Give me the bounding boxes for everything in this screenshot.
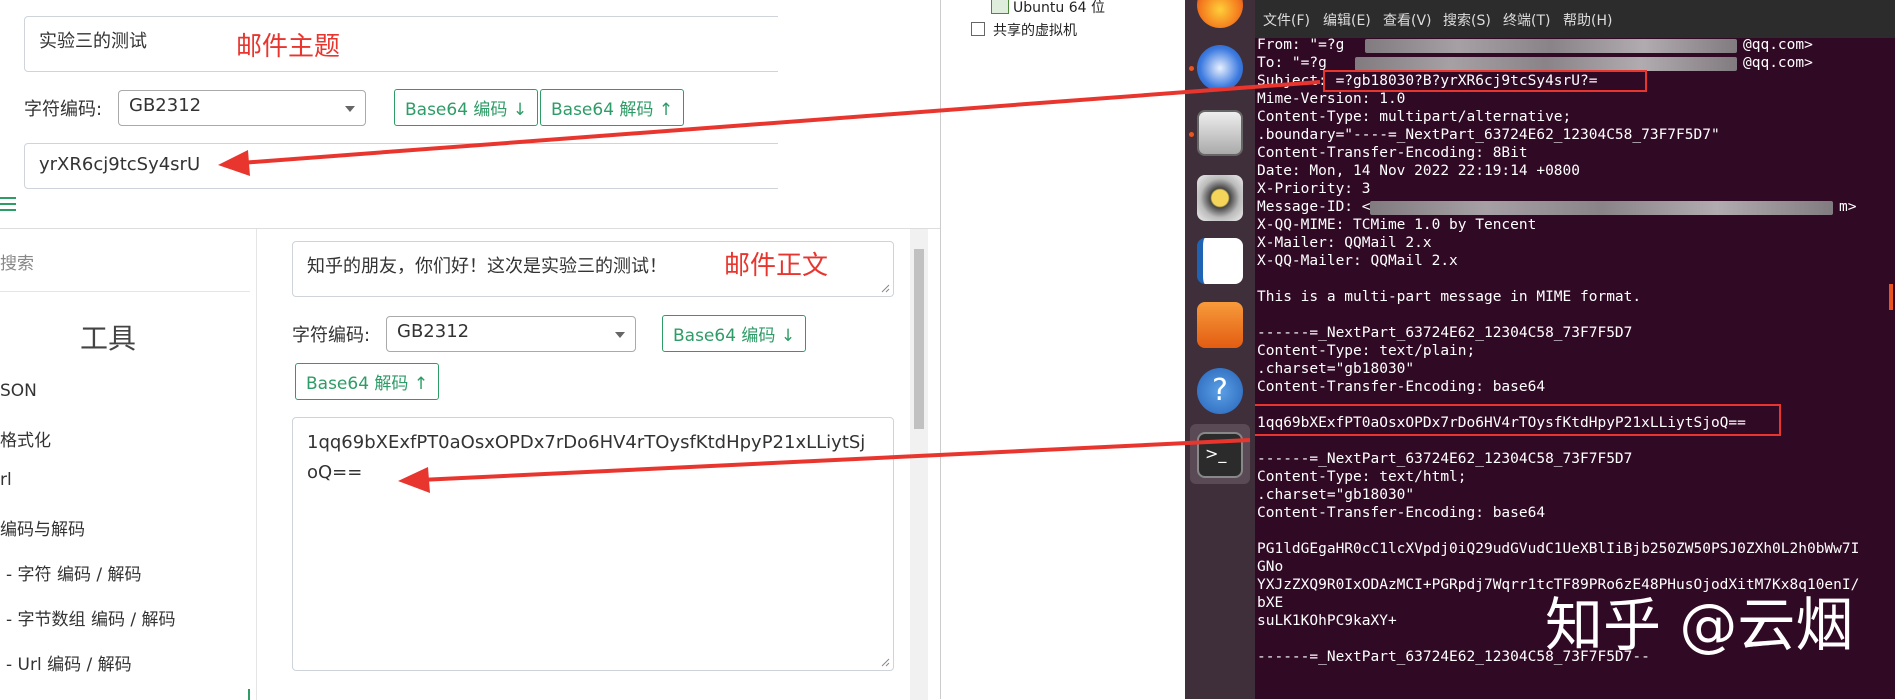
firefox-icon[interactable] <box>1197 0 1243 28</box>
terminal-line: Message-ID: < <box>1257 199 1371 215</box>
terminal-scroll-marker <box>1889 284 1893 310</box>
resize-handle-icon[interactable] <box>880 657 890 667</box>
body-annotation: 邮件正文 <box>724 251 829 281</box>
terminal-line: GNo <box>1257 559 1284 575</box>
chevron-down-icon <box>345 106 355 112</box>
bottom-browser-panel: 搜索 工具 SON 格式化 rl 编码与解码 - 字符 编码 / 解码 - 字节… <box>0 228 940 700</box>
menu-file[interactable]: 文件(F) <box>1263 10 1310 30</box>
sidebar-item-format[interactable]: 格式化 <box>0 426 51 451</box>
to-email-tail: @qq.com> <box>1743 55 1813 71</box>
zhihu-watermark: 知乎 @云烟 <box>1545 591 1854 659</box>
terminal-line: Content-Transfer-Encoding: base64 <box>1257 379 1546 395</box>
menu-help[interactable]: 帮助(H) <box>1563 10 1612 30</box>
terminal-line: X-Mailer: QQMail 2.x <box>1257 235 1432 251</box>
terminal-line: .boundary="----=_NextPart_63724E62_12304… <box>1257 127 1720 143</box>
terminal-line: From: "=?g <box>1257 37 1345 53</box>
bottom-scrollbar[interactable] <box>910 229 928 700</box>
terminal-line: bXE <box>1257 595 1284 611</box>
vm-library-panel: Ubuntu 64 位 共享的虚拟机 <box>940 0 1186 699</box>
resize-handle-icon[interactable] <box>880 283 890 293</box>
body-charset-label: 字符编码: <box>292 325 371 346</box>
sidebar-item-url[interactable]: rl <box>0 470 12 490</box>
terminal-line: .charset="gb18030" <box>1257 361 1415 377</box>
help-icon[interactable]: ? <box>1197 368 1243 414</box>
terminal-line: Mime-Version: 1.0 <box>1257 91 1406 107</box>
subject-annotation: 邮件主题 <box>236 32 341 62</box>
terminal-line: Content-Type: text/plain; <box>1257 343 1476 359</box>
menu-edit[interactable]: 编辑(E) <box>1323 10 1371 30</box>
thunderbird-icon[interactable] <box>1197 45 1243 91</box>
menu-search[interactable]: 搜索(S) <box>1443 10 1491 30</box>
base64-encode-button[interactable]: Base64 编码 ↓ <box>394 89 539 126</box>
encoded-subject-textarea[interactable]: yrXR6cj9tcSy4srU <box>24 143 778 189</box>
charset-select[interactable]: GB2312 <box>118 90 366 126</box>
terminal-line: ------=_NextPart_63724E62_12304C58_73F7F… <box>1257 451 1633 467</box>
message-id-tail: m> <box>1839 199 1857 215</box>
from-email-tail: @qq.com> <box>1743 37 1813 53</box>
terminal-line: Content-Transfer-Encoding: 8Bit <box>1257 145 1528 161</box>
body-base64-encode-button[interactable]: Base64 编码 ↓ <box>662 315 807 352</box>
charset-label: 字符编码: <box>24 99 103 120</box>
subject-textarea[interactable]: 实验三的测试 <box>24 16 778 72</box>
hamburger-menu-icon[interactable] <box>0 196 16 211</box>
vm-item-shared[interactable]: 共享的虚拟机 <box>993 20 1077 40</box>
tools-heading: 工具 <box>80 322 137 355</box>
sidebar-border <box>256 229 257 700</box>
encoded-body-line-1: 1qq69bXExfPT0aOsxOPDx7rDo6HV4rTOysfKtdHp… <box>307 432 866 453</box>
terminal-line: X-Priority: 3 <box>1257 181 1371 197</box>
terminal-line: To: "=?g <box>1257 55 1327 71</box>
terminal-line: suLK1KOhPC9kaXY+ <box>1257 613 1397 629</box>
encoded-body-textarea[interactable]: 1qq69bXExfPT0aOsxOPDx7rDo6HV4rTOysfKtdHp… <box>292 417 894 671</box>
body-charset-select[interactable]: GB2312 <box>386 316 636 352</box>
terminal-line: Content-Type: multipart/alternative; <box>1257 109 1572 125</box>
terminal-menubar: 文件(F) 编辑(E) 查看(V) 搜索(S) 终端(T) 帮助(H) <box>1255 0 1895 38</box>
sidebar-item-json[interactable]: SON <box>0 381 37 401</box>
sidebar-search[interactable]: 搜索 <box>0 249 34 274</box>
terminal-line: X-QQ-MIME: TCMime 1.0 by Tencent <box>1257 217 1537 233</box>
terminal-line: ------=_NextPart_63724E62_12304C58_73F7F… <box>1257 325 1633 341</box>
writer-icon[interactable] <box>1197 238 1243 284</box>
terminal-line: PG1ldGEgaHR0cC1lcXVpdj0iQ29udGVudC1UeXBl… <box>1257 541 1860 557</box>
sidebar-item-bytes-codec[interactable]: - 字节数组 编码 / 解码 <box>6 605 175 630</box>
terminal-line: This is a multi-part message in MIME for… <box>1257 289 1642 305</box>
rhythmbox-icon[interactable] <box>1197 175 1243 221</box>
terminal-icon[interactable]: >_ <box>1197 432 1243 478</box>
encoded-body-line-2: oQ== <box>307 462 363 483</box>
sidebar-divider <box>0 291 250 292</box>
running-indicator <box>1189 132 1194 137</box>
charset-selected-value: GB2312 <box>129 95 202 116</box>
subject-value: 实验三的测试 <box>39 31 147 52</box>
terminal-line: .charset="gb18030" <box>1257 487 1415 503</box>
bottom-scrollbar-thumb[interactable] <box>914 249 924 429</box>
software-center-icon[interactable] <box>1197 302 1243 348</box>
vm-icon <box>991 0 1009 14</box>
ubuntu-dock: ? >_ <box>1185 0 1255 699</box>
terminal-line: X-QQ-Mailer: QQMail 2.x <box>1257 253 1458 269</box>
body-value: 知乎的朋友，你们好！这次是实验三的测试！ <box>307 256 667 277</box>
base64-decode-button[interactable]: Base64 解码 ↑ <box>540 89 685 126</box>
redacted-message-id-mask <box>1370 201 1833 215</box>
menu-view[interactable]: 查看(V) <box>1383 10 1432 30</box>
files-icon[interactable] <box>1197 110 1243 156</box>
terminal-line: Content-Type: text/html; <box>1257 469 1467 485</box>
redacted-email-mask <box>1355 57 1737 71</box>
sidebar-active-indicator <box>248 689 250 700</box>
menu-terminal[interactable]: 终端(T) <box>1503 10 1550 30</box>
body-charset-selected-value: GB2312 <box>397 321 470 342</box>
top-browser-panel: 实验三的测试 邮件主题 字符编码: GB2312 Base64 编码 ↓ Bas… <box>0 0 778 228</box>
chevron-down-icon <box>615 332 625 338</box>
redacted-email-mask <box>1365 39 1737 53</box>
body-base64-decode-button[interactable]: Base64 解码 ↑ <box>295 363 440 400</box>
terminal-line: Content-Transfer-Encoding: base64 <box>1257 505 1546 521</box>
sidebar-item-url-codec[interactable]: - Url 编码 / 解码 <box>6 650 132 675</box>
body-base64-highlight-box <box>1255 404 1781 436</box>
sidebar-item-char-codec[interactable]: - 字符 编码 / 解码 <box>6 560 141 585</box>
vm-item-ubuntu[interactable]: Ubuntu 64 位 <box>1013 0 1105 17</box>
encoded-subject-value: yrXR6cj9tcSy4srU <box>39 154 201 175</box>
subject-highlight-box <box>1323 70 1647 92</box>
sidebar-item-codec[interactable]: 编码与解码 <box>0 515 85 540</box>
shared-vm-icon <box>971 22 985 36</box>
terminal-line: Date: Mon, 14 Nov 2022 22:19:14 +0800 <box>1257 163 1581 179</box>
running-indicator <box>1189 66 1194 71</box>
